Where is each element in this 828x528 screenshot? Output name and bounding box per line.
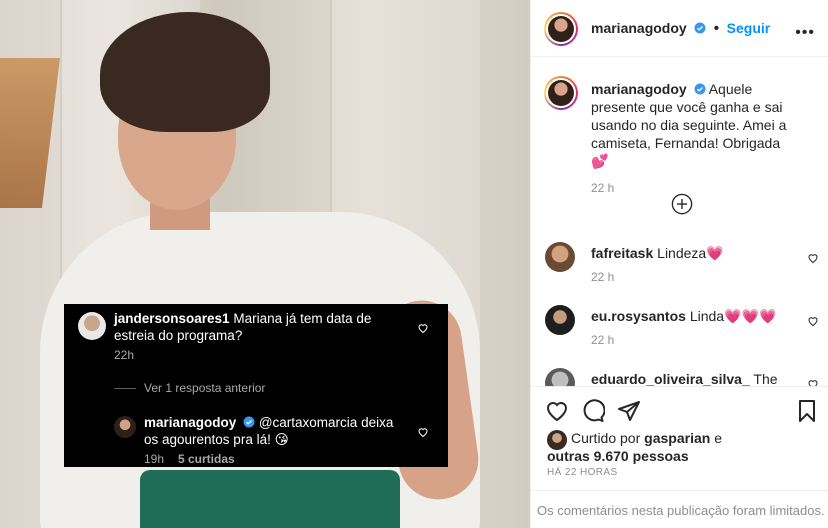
hair: [100, 12, 270, 132]
avatar[interactable]: [545, 368, 575, 386]
avatar: [78, 312, 106, 340]
overlay-comment-user: jandersonsoares1: [114, 311, 230, 326]
comment-body: fafreitask Lindeza💗: [591, 244, 791, 262]
comment-item: fafreitask Lindeza💗 22 h: [545, 242, 818, 292]
overlay-reply-time: 19h: [144, 452, 165, 466]
heart-icon[interactable]: [807, 378, 819, 386]
overlay-reply-text-1: deixa: [361, 415, 394, 430]
header-separator: •: [713, 20, 720, 37]
divider-line: [114, 387, 136, 389]
follow-button[interactable]: Seguir: [727, 20, 771, 36]
post-header: marianagodoy • Seguir •••: [531, 0, 828, 57]
overlay-reply: marianagodoy @cartaxomarcia deixa os ago…: [144, 414, 434, 448]
liked-by: Curtido por gasparian e outras 9.670 pes…: [547, 429, 807, 465]
comment-time[interactable]: 22 h: [591, 270, 614, 284]
comment-body: eduardo_oliveira_silva_ The: [591, 370, 791, 386]
overlay-reply-likes: 5 curtidas: [178, 452, 235, 466]
verified-badge-icon: [694, 22, 706, 34]
avatar: [114, 416, 136, 438]
overlay-comment-text-1: Mariana já tem data de: [233, 311, 372, 326]
heart-icon: [418, 324, 428, 334]
save-bookmark-icon[interactable]: [795, 399, 819, 423]
caption-avatar[interactable]: [544, 76, 578, 110]
view-replies-link: Ver 1 resposta anterior: [114, 381, 265, 395]
comment-body: eu.rosysantos Linda💗💗💗: [591, 307, 791, 325]
post-caption: marianagodoy Aquele presente que você ga…: [591, 80, 791, 197]
overlay-reply-mention: @cartaxomarcia: [258, 415, 358, 430]
comments-list: fafreitask Lindeza💗 22 h eu.rosysantos L…: [531, 230, 828, 386]
verified-badge-icon: [243, 416, 255, 428]
header-username[interactable]: marianagodoy: [591, 20, 687, 36]
overlay-comment-text-2: estreia do programa?: [114, 328, 243, 343]
comment-username[interactable]: eu.rosysantos: [591, 308, 686, 324]
overlay-comment-time: 22h: [114, 348, 135, 362]
likes-others[interactable]: outras 9.670 pessoas: [547, 448, 689, 464]
post-actions: Curtido por gasparian e outras 9.670 pes…: [531, 386, 828, 528]
verified-badge-icon: [694, 83, 706, 95]
profile-avatar[interactable]: [544, 12, 578, 46]
heart-icon: [418, 428, 428, 438]
comment-text: Linda💗💗💗: [689, 308, 777, 324]
more-options-icon[interactable]: •••: [795, 24, 815, 42]
comment-username[interactable]: fafreitask: [591, 245, 653, 261]
liked-by-prefix: Curtido por: [571, 430, 641, 446]
heart-icon[interactable]: [807, 252, 819, 264]
posted-ago[interactable]: HÁ 22 HORAS: [547, 467, 618, 478]
view-replies-text: Ver 1 resposta anterior: [144, 381, 266, 395]
comment-text: The: [753, 371, 778, 386]
load-more-comments-icon[interactable]: [671, 193, 693, 215]
comment-screenshot-overlay: jandersonsoares1 Mariana já tem data de …: [64, 304, 448, 467]
comment-item: eduardo_oliveira_silva_ The: [545, 368, 818, 386]
avatar[interactable]: [545, 305, 575, 335]
overlay-reply-text-2: os agourentos pra lá! 😘: [144, 432, 289, 447]
avatar[interactable]: [545, 242, 575, 272]
liked-by-middle: e: [714, 430, 722, 446]
post-photo[interactable]: jandersonsoares1 Mariana já tem data de …: [0, 0, 530, 528]
comment-item: eu.rosysantos Linda💗💗💗 22 h: [545, 305, 818, 355]
like-heart-icon[interactable]: [545, 399, 569, 423]
overlay-reply-user: marianagodoy: [144, 415, 237, 430]
comment-username[interactable]: eduardo_oliveira_silva_: [591, 371, 750, 386]
caption-username[interactable]: marianagodoy: [591, 81, 687, 97]
heart-icon[interactable]: [807, 315, 819, 327]
liker-username[interactable]: gasparian: [644, 430, 710, 446]
liker-avatar[interactable]: [547, 430, 567, 450]
comment-time[interactable]: 22 h: [591, 333, 614, 347]
overlay-comment: jandersonsoares1 Mariana já tem data de …: [114, 310, 414, 344]
green-skirt: [140, 470, 400, 528]
lamp-shade: [0, 58, 60, 208]
comment-text: Lindeza💗: [657, 245, 724, 261]
comment-bubble-icon[interactable]: [581, 399, 605, 423]
share-plane-icon[interactable]: [617, 399, 641, 423]
post-side-panel: marianagodoy • Seguir ••• marianagodoy A…: [530, 0, 828, 528]
comments-limited-notice: Os comentários nesta publicação foram li…: [531, 490, 828, 528]
header-user-row: marianagodoy • Seguir: [591, 20, 770, 38]
